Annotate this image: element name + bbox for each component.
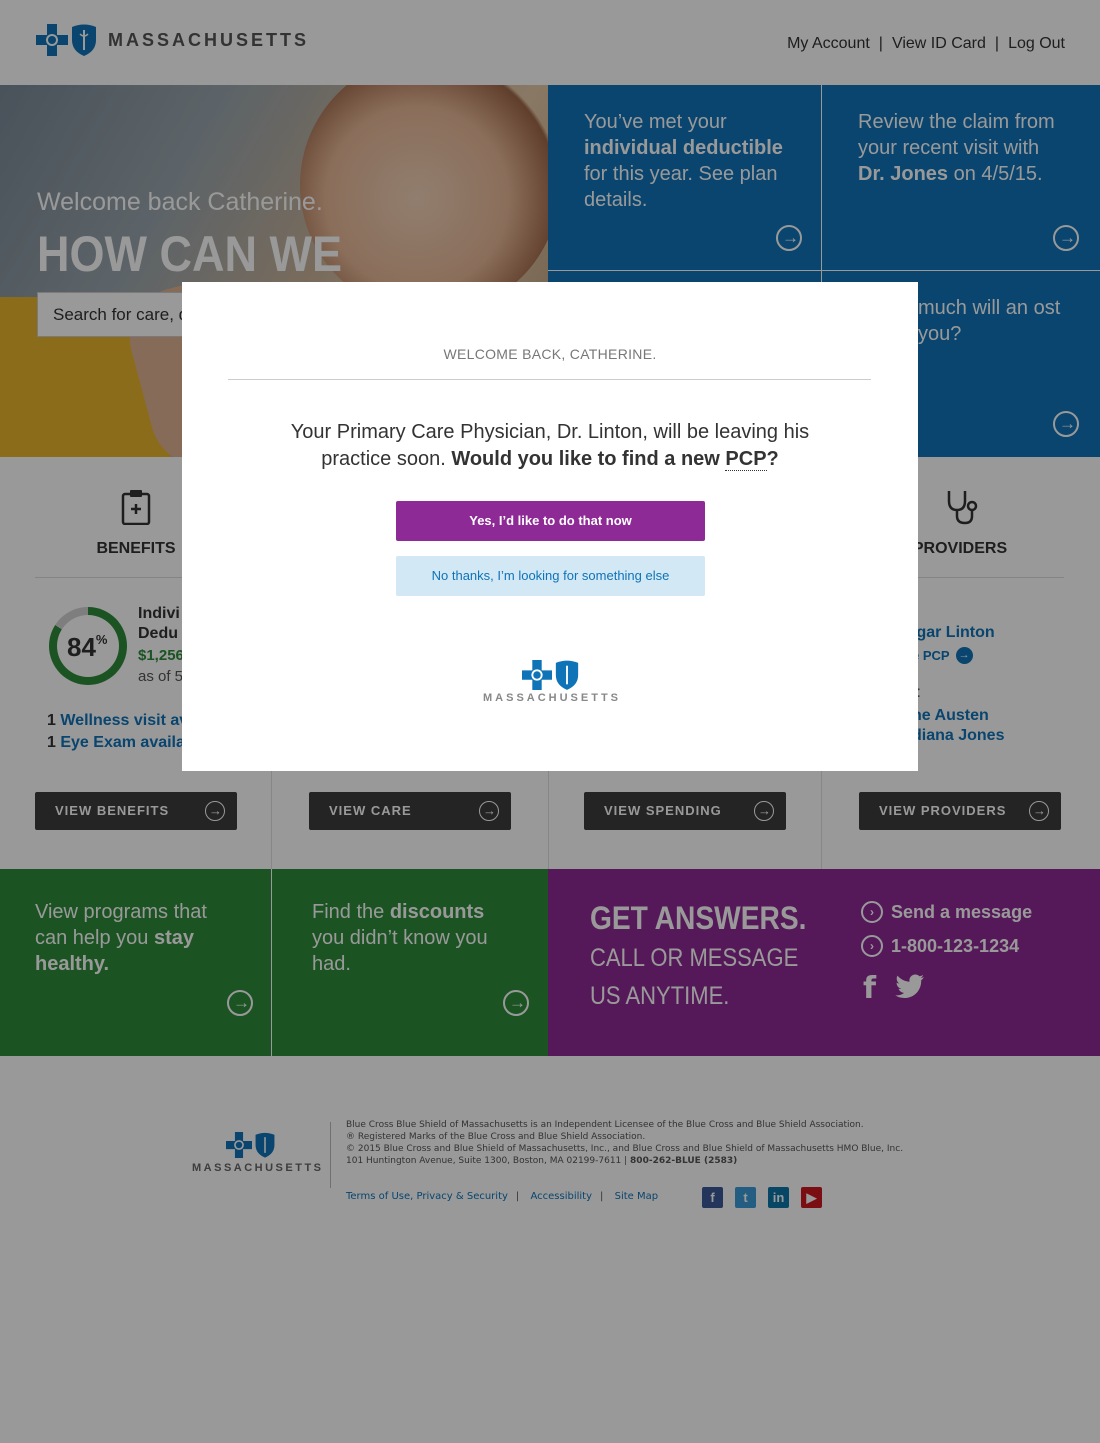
blue-shield-icon [555,660,579,690]
find-new-pcp-button[interactable]: Yes, I’d like to do that now [396,501,705,541]
dismiss-button[interactable]: No thanks, I’m looking for something els… [396,556,705,596]
blue-cross-icon [522,660,552,690]
modal-divider [228,379,871,380]
modal-logo: MASSACHUSETTS [483,660,619,704]
pcp-leaving-modal: WELCOME BACK, CATHERINE. Your Primary Ca… [182,282,918,771]
modal-title: WELCOME BACK, CATHERINE. [443,346,657,362]
modal-wordmark: MASSACHUSETTS [483,692,622,704]
modal-message: Your Primary Care Physician, Dr. Linton,… [290,421,810,471]
